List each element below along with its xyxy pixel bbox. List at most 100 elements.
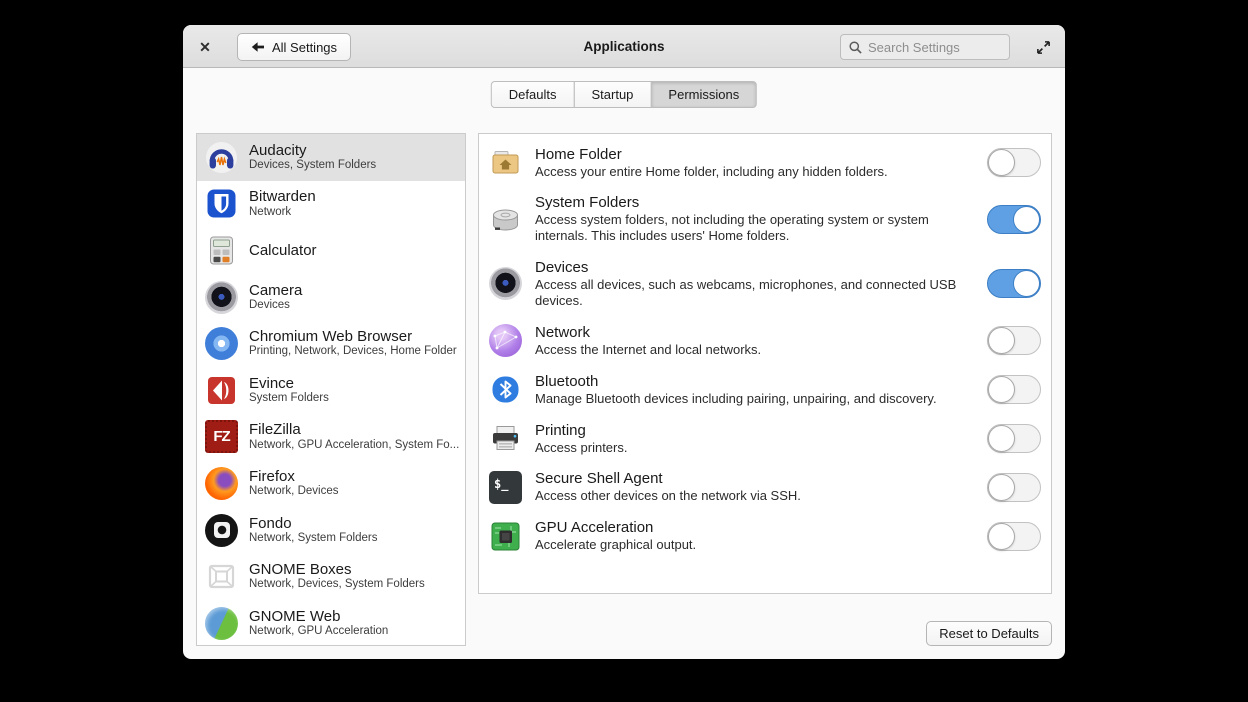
tab-permissions-label: Permissions bbox=[668, 87, 739, 102]
audacity-icon bbox=[205, 141, 238, 174]
expand-icon[interactable] bbox=[1034, 38, 1052, 56]
app-permissions-summary: Printing, Network, Devices, Home Folder bbox=[249, 345, 457, 359]
printer-icon bbox=[489, 422, 522, 455]
close-button[interactable]: ✕ bbox=[195, 37, 215, 57]
sidebar-item-chromium[interactable]: Chromium Web Browser Printing, Network, … bbox=[197, 320, 465, 367]
app-permissions-summary: Devices bbox=[249, 299, 302, 313]
sidebar-item-fondo[interactable]: Fondo Network, System Folders bbox=[197, 507, 465, 554]
home-folder-icon bbox=[489, 146, 522, 179]
secure-shell-agent-toggle[interactable] bbox=[987, 473, 1041, 502]
sidebar-item-bitwarden[interactable]: Bitwarden Network bbox=[197, 181, 465, 228]
app-list: Audacity Devices, System Folders Bitward… bbox=[196, 133, 466, 646]
permission-row-printing: Printing Access printers. bbox=[489, 414, 1041, 463]
toggle-knob bbox=[988, 425, 1015, 452]
tab-startup[interactable]: Startup bbox=[573, 81, 651, 108]
permission-description: Access your entire Home folder, includin… bbox=[535, 164, 970, 180]
system-folders-toggle[interactable] bbox=[987, 205, 1041, 234]
sidebar-item-filezilla[interactable]: FileZilla Network, GPU Acceleration, Sys… bbox=[197, 414, 465, 461]
terminal-icon bbox=[489, 471, 522, 504]
permission-description: Accelerate graphical output. bbox=[535, 537, 970, 553]
app-name: Calculator bbox=[249, 242, 317, 259]
permission-name: System Folders bbox=[535, 194, 970, 212]
app-permissions-summary: Network, GPU Acceleration bbox=[249, 625, 388, 639]
app-name: Chromium Web Browser bbox=[249, 328, 457, 345]
gpu-chip-icon bbox=[489, 520, 522, 553]
network-toggle[interactable] bbox=[987, 326, 1041, 355]
app-name: FileZilla bbox=[249, 421, 459, 438]
sidebar-item-firefox[interactable]: Firefox Network, Devices bbox=[197, 460, 465, 507]
app-permissions-summary: Network, Devices, System Folders bbox=[249, 578, 425, 592]
bluetooth-icon bbox=[489, 373, 522, 406]
devices-toggle[interactable] bbox=[987, 269, 1041, 298]
bluetooth-toggle[interactable] bbox=[987, 375, 1041, 404]
tab-defaults[interactable]: Defaults bbox=[491, 81, 575, 108]
fondo-icon bbox=[205, 514, 238, 547]
tab-startup-label: Startup bbox=[591, 87, 633, 102]
toggle-knob bbox=[988, 149, 1015, 176]
printing-toggle[interactable] bbox=[987, 424, 1041, 453]
permission-name: Home Folder bbox=[535, 146, 970, 164]
permission-name: Network bbox=[535, 324, 970, 342]
sidebar-item-evince[interactable]: Evince System Folders bbox=[197, 367, 465, 414]
permissions-panel: Home Folder Access your entire Home fold… bbox=[478, 133, 1052, 594]
permission-name: GPU Acceleration bbox=[535, 519, 970, 537]
hard-disk-icon bbox=[489, 203, 522, 236]
sidebar-item-gnome-boxes[interactable]: GNOME Boxes Network, Devices, System Fol… bbox=[197, 553, 465, 600]
toggle-knob bbox=[1013, 270, 1040, 297]
app-name: Camera bbox=[249, 282, 302, 299]
permission-name: Secure Shell Agent bbox=[535, 470, 970, 488]
firefox-icon bbox=[205, 467, 238, 500]
toggle-knob bbox=[988, 474, 1015, 501]
permission-row-devices: Devices Access all devices, such as webc… bbox=[489, 252, 1041, 317]
permission-description: Access all devices, such as webcams, mic… bbox=[535, 277, 970, 309]
header-bar: ✕ All Settings Applications Search Setti… bbox=[183, 25, 1065, 68]
sidebar-item-gnome-web[interactable]: GNOME Web Network, GPU Acceleration bbox=[197, 600, 465, 646]
permission-description: Access system folders, not including the… bbox=[535, 212, 970, 244]
app-name: Bitwarden bbox=[249, 188, 316, 205]
all-settings-label: All Settings bbox=[272, 40, 337, 55]
camera-lens-icon bbox=[489, 267, 522, 300]
app-permissions-summary: Network bbox=[249, 206, 316, 220]
sidebar-item-audacity[interactable]: Audacity Devices, System Folders bbox=[197, 134, 465, 181]
app-permissions-summary: Network, Devices bbox=[249, 485, 338, 499]
view-switcher: Defaults Startup Permissions bbox=[491, 81, 757, 108]
sidebar-item-calculator[interactable]: Calculator bbox=[197, 227, 465, 274]
settings-window: ✕ All Settings Applications Search Setti… bbox=[183, 25, 1065, 659]
evince-icon bbox=[205, 374, 238, 407]
gnome-web-icon bbox=[205, 607, 238, 640]
app-name: Evince bbox=[249, 375, 329, 392]
back-arrow-icon bbox=[251, 41, 265, 53]
permission-row-network: Network Access the Internet and local ne… bbox=[489, 316, 1041, 365]
tab-permissions[interactable]: Permissions bbox=[650, 81, 757, 108]
calculator-icon bbox=[205, 234, 238, 267]
app-permissions-summary: Network, System Folders bbox=[249, 532, 377, 546]
tab-defaults-label: Defaults bbox=[509, 87, 557, 102]
network-icon bbox=[489, 324, 522, 357]
toggle-knob bbox=[988, 376, 1015, 403]
permission-description: Manage Bluetooth devices including pairi… bbox=[535, 391, 970, 407]
gnome-boxes-icon bbox=[205, 560, 238, 593]
permission-description: Access printers. bbox=[535, 440, 970, 456]
sidebar-item-camera[interactable]: Camera Devices bbox=[197, 274, 465, 321]
app-permissions-summary: System Folders bbox=[249, 392, 329, 406]
toggle-knob bbox=[988, 523, 1015, 550]
reset-to-defaults-button[interactable]: Reset to Defaults bbox=[926, 621, 1052, 646]
search-icon bbox=[849, 41, 862, 54]
permission-name: Devices bbox=[535, 259, 970, 277]
gpu-acceleration-toggle[interactable] bbox=[987, 522, 1041, 551]
toggle-knob bbox=[1013, 206, 1040, 233]
permission-row-home-folder: Home Folder Access your entire Home fold… bbox=[489, 138, 1041, 187]
app-name: Firefox bbox=[249, 468, 338, 485]
app-name: Audacity bbox=[249, 142, 376, 159]
permission-row-system-folders: System Folders Access system folders, no… bbox=[489, 187, 1041, 252]
search-input[interactable]: Search Settings bbox=[840, 34, 1010, 60]
permission-name: Bluetooth bbox=[535, 373, 970, 391]
app-permissions-summary: Devices, System Folders bbox=[249, 159, 376, 173]
home-folder-toggle[interactable] bbox=[987, 148, 1041, 177]
all-settings-button[interactable]: All Settings bbox=[237, 33, 351, 61]
permission-name: Printing bbox=[535, 422, 970, 440]
toggle-knob bbox=[988, 327, 1015, 354]
permission-row-gpu-acceleration: GPU Acceleration Accelerate graphical ou… bbox=[489, 512, 1041, 561]
filezilla-icon bbox=[205, 420, 238, 453]
permission-row-secure-shell-agent: Secure Shell Agent Access other devices … bbox=[489, 463, 1041, 512]
